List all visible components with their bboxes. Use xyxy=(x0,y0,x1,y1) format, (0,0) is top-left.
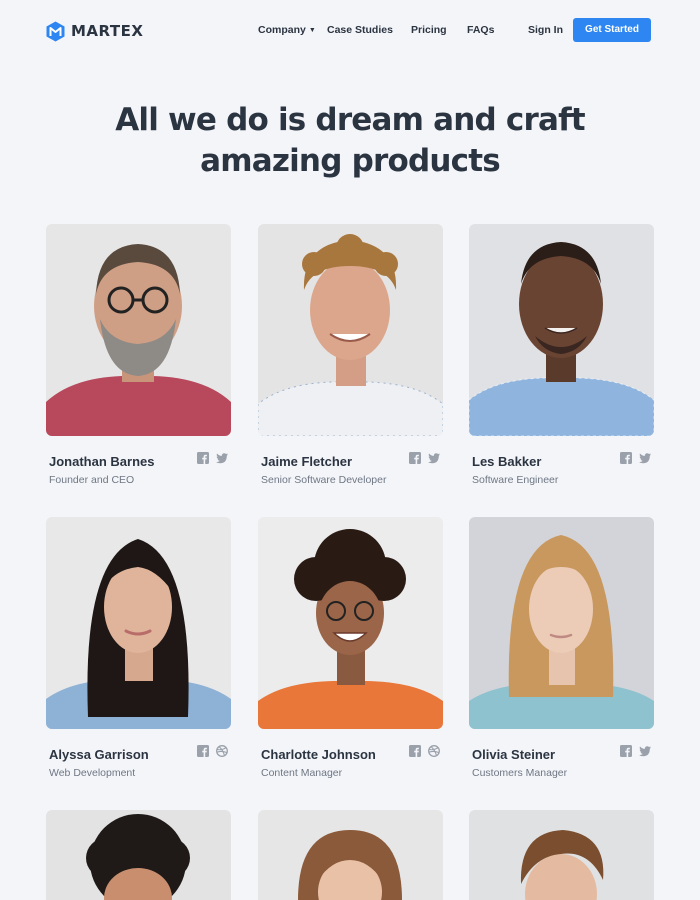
team-member-name: Olivia Steiner xyxy=(472,747,556,762)
team-member-photo xyxy=(469,810,654,900)
team-member-card: Charlotte Johnson Content Manager xyxy=(258,517,443,779)
nav-case-studies[interactable]: Case Studies xyxy=(327,24,393,36)
team-member-card xyxy=(46,810,231,900)
team-member-role: Founder and CEO xyxy=(49,474,135,486)
page-title-line-1: All we do is dream and craft xyxy=(115,102,585,138)
team-member-card xyxy=(469,810,654,900)
facebook-icon[interactable] xyxy=(197,745,209,757)
twitter-icon[interactable] xyxy=(216,452,228,464)
team-member-photo xyxy=(469,517,654,729)
team-member-card: Olivia Steiner Customers Manager xyxy=(469,517,654,779)
nav-company[interactable]: Company ▼ xyxy=(258,24,316,36)
team-member-name: Jonathan Barnes xyxy=(49,454,155,469)
team-member-photo xyxy=(258,224,443,436)
brand-logo[interactable]: MARTEX xyxy=(46,20,143,42)
page-title: All we do is dream and craft amazing pro… xyxy=(0,100,700,182)
team-member-role: Software Engineer xyxy=(472,474,559,486)
social-links xyxy=(409,745,440,757)
team-member-card: Alyssa Garrison Web Development xyxy=(46,517,231,779)
team-member-photo xyxy=(46,810,231,900)
team-member-card: Jaime Fletcher Senior Software Developer xyxy=(258,224,443,486)
team-member-name: Charlotte Johnson xyxy=(261,747,376,762)
team-member-name: Alyssa Garrison xyxy=(49,747,149,762)
team-member-card: Jonathan Barnes Founder and CEO xyxy=(46,224,231,486)
team-member-photo xyxy=(258,810,443,900)
facebook-icon[interactable] xyxy=(620,745,632,757)
team-member-role: Content Manager xyxy=(261,767,343,779)
brand-name: MARTEX xyxy=(71,22,144,40)
dribbble-icon[interactable] xyxy=(216,745,228,757)
nav-company-label: Company xyxy=(258,24,306,36)
social-links xyxy=(620,452,651,464)
dribbble-icon[interactable] xyxy=(428,745,440,757)
facebook-icon[interactable] xyxy=(197,452,209,464)
team-member-photo xyxy=(258,517,443,729)
social-links xyxy=(409,452,440,464)
team-member-photo xyxy=(46,517,231,729)
facebook-icon[interactable] xyxy=(620,452,632,464)
team-member-photo xyxy=(46,224,231,436)
nav-pricing[interactable]: Pricing xyxy=(411,24,447,36)
twitter-icon[interactable] xyxy=(428,452,440,464)
martex-logo-icon xyxy=(46,21,65,41)
team-member-name: Jaime Fletcher xyxy=(261,454,353,469)
facebook-icon[interactable] xyxy=(409,745,421,757)
chevron-down-icon: ▼ xyxy=(308,27,316,34)
twitter-icon[interactable] xyxy=(639,452,651,464)
facebook-icon[interactable] xyxy=(409,452,421,464)
social-links xyxy=(620,745,651,757)
nav-faqs[interactable]: FAQs xyxy=(467,24,494,36)
team-member-card: Les Bakker Software Engineer xyxy=(469,224,654,486)
team-member-card xyxy=(258,810,443,900)
team-member-photo xyxy=(469,224,654,436)
get-started-button[interactable]: Get Started xyxy=(573,18,651,42)
team-member-role: Customers Manager xyxy=(472,767,568,779)
team-member-role: Web Development xyxy=(49,767,136,779)
team-member-name: Les Bakker xyxy=(472,454,542,469)
twitter-icon[interactable] xyxy=(639,745,651,757)
page-title-line-2: amazing products xyxy=(200,143,501,179)
sign-in-link[interactable]: Sign In xyxy=(528,24,563,36)
social-links xyxy=(197,745,228,757)
top-navigation: MARTEX Company ▼ Case Studies Pricing FAQ… xyxy=(0,0,700,60)
team-member-role: Senior Software Developer xyxy=(261,474,387,486)
social-links xyxy=(197,452,228,464)
